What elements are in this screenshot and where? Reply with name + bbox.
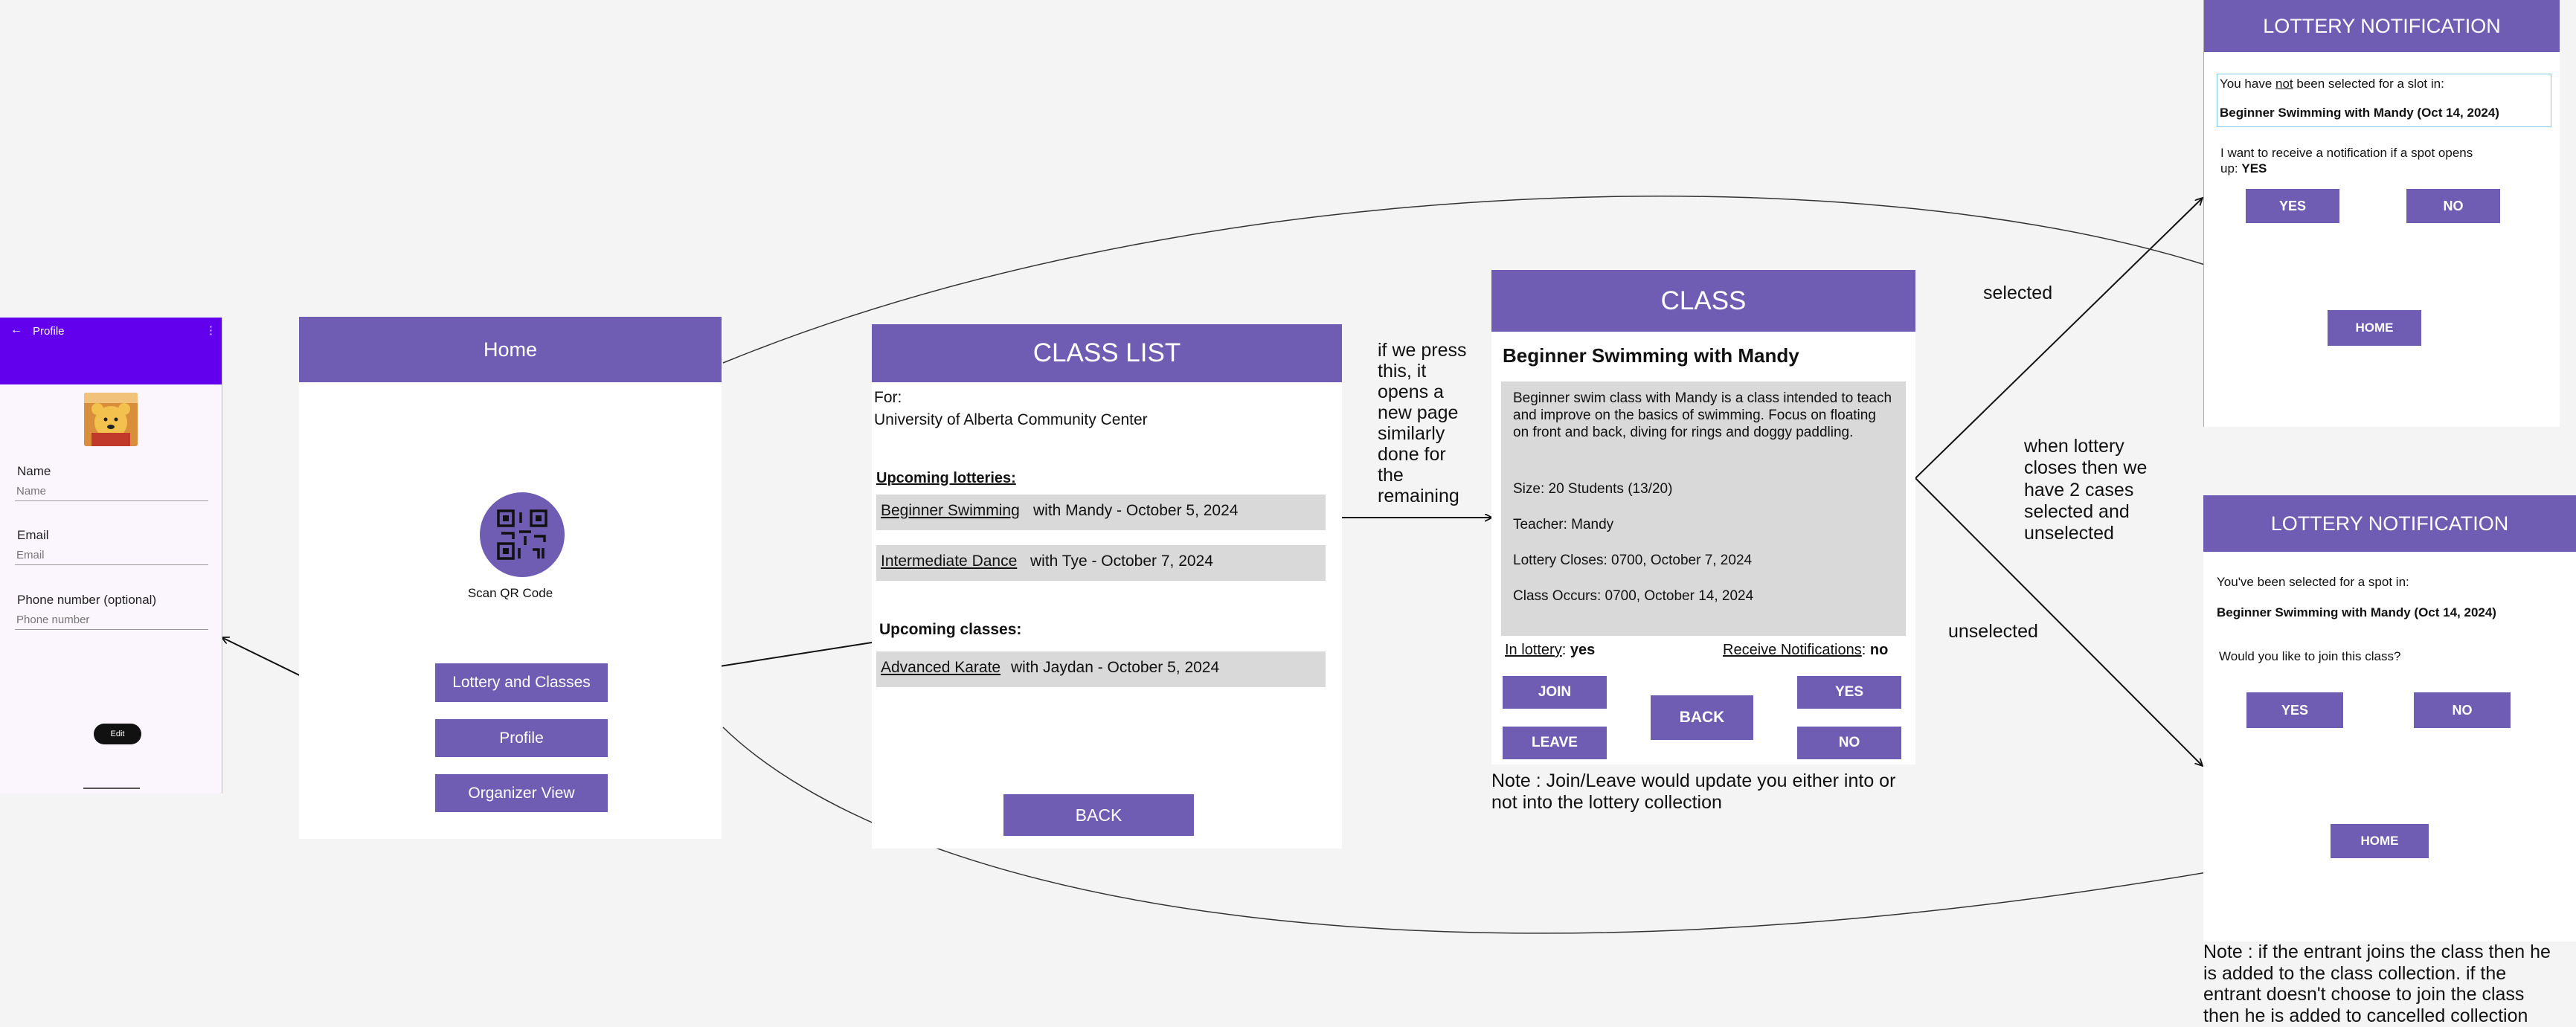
notification-class-name: Beginner Swimming with Mandy (Oct 14, 20… (2217, 605, 2496, 619)
qr-label: Scan QR Code (467, 586, 553, 600)
class-list-screen: CLASS LIST For: University of Alberta Co… (872, 324, 1342, 849)
avatar[interactable] (84, 393, 138, 446)
spot-opens-question: I want to receive a notification if a sp… (2220, 146, 2473, 176)
join-leave-note: Note : Join/Leave would update you eithe… (1491, 770, 1896, 813)
class-description: Beginner swim class with Mandy is a clas… (1513, 390, 1892, 440)
entrant-note: Note : if the entrant joins the class th… (2203, 941, 2551, 1026)
no-button[interactable]: NO (2406, 189, 2500, 223)
selected-line: You've been selected for a spot in: (2217, 575, 2409, 589)
lottery-and-classes-button[interactable]: Lottery and Classes (435, 663, 608, 702)
lottery-class-name[interactable]: Intermediate Dance (881, 553, 1017, 570)
yes-button[interactable]: YES (2246, 692, 2343, 728)
phone-field[interactable] (15, 610, 208, 630)
class-header: CLASS (1491, 270, 1915, 332)
classes-heading: Upcoming classes: (879, 621, 1022, 638)
lottery-row[interactable]: Beginner Swimming with Mandy - October 5… (876, 495, 1326, 530)
not-selected-message-box: You have not been selected for a slot in… (2217, 74, 2551, 127)
profile-screen: ← Profile ⋮ Name Email Phone number (opt… (0, 318, 222, 793)
class-details-box: Beginner swim class with Mandy is a clas… (1501, 381, 1906, 636)
edit-button[interactable]: Edit (94, 724, 141, 744)
notification-title: LOTTERY NOTIFICATION (2263, 14, 2501, 37)
home-screen: Home Scan QR Code Lottery and Classes Pr… (299, 317, 722, 839)
unselected-label: unselected (1948, 621, 2038, 642)
class-title: CLASS (1660, 286, 1747, 315)
join-button[interactable]: JOIN (1503, 676, 1607, 709)
lottery-class-detail: with Tye - October 7, 2024 (1030, 553, 1213, 570)
qr-scan-button[interactable] (480, 492, 565, 577)
email-field[interactable] (15, 545, 208, 565)
class-list-title: CLASS LIST (1032, 338, 1181, 367)
home-button[interactable]: HOME (2331, 824, 2429, 858)
name-field[interactable] (15, 481, 208, 501)
phone-label: Phone number (optional) (17, 593, 157, 607)
not-selected-line: You have not been selected for a slot in… (2220, 77, 2444, 91)
notify-yes-button[interactable]: YES (1797, 676, 1901, 709)
class-screen: CLASS Beginner Swimming with Mandy Begin… (1491, 270, 1915, 764)
lottery-row[interactable]: Intermediate Dance with Tye - October 7,… (876, 545, 1326, 581)
back-button[interactable]: BACK (1003, 794, 1194, 836)
profile-button[interactable]: Profile (435, 719, 608, 757)
notification-title: LOTTERY NOTIFICATION (2270, 512, 2509, 535)
profile-app-bar: ← Profile ⋮ (0, 318, 222, 384)
notification-selected-screen: LOTTERY NOTIFICATION You've been selecte… (2203, 495, 2576, 941)
class-row[interactable]: Advanced Karate with Jaydan - October 5,… (876, 651, 1326, 687)
lottery-class-name[interactable]: Beginner Swimming (881, 502, 1020, 520)
notifications-value: no (1869, 642, 1889, 658)
home-title: Home (483, 338, 538, 361)
class-list-header: CLASS LIST (872, 324, 1342, 382)
yes-button[interactable]: YES (2246, 189, 2339, 223)
lotteries-heading: Upcoming lotteries: (876, 470, 1016, 486)
notification-class-name: Beginner Swimming with Mandy (Oct 14, 20… (2220, 106, 2499, 120)
class-detail: with Jaydan - October 5, 2024 (1011, 659, 1220, 676)
avatar-bear-icon (84, 393, 138, 446)
not-word: not (2275, 77, 2293, 91)
back-button[interactable]: BACK (1651, 695, 1753, 740)
lottery-closes: Lottery Closes: 0700, October 7, 2024 (1513, 553, 1753, 568)
notify-no-button[interactable]: NO (1797, 727, 1901, 759)
lottery-closes-note: when lottery closes then we have 2 cases… (2024, 436, 2148, 544)
press-note: if we press this, it opens a new page si… (1378, 340, 1467, 506)
home-button[interactable]: HOME (2328, 310, 2421, 346)
in-lottery-value: yes (1570, 642, 1596, 658)
home-indicator (83, 788, 140, 789)
overflow-menu-icon[interactable]: ⋮ (205, 323, 216, 337)
back-arrow-icon[interactable]: ← (10, 323, 22, 337)
for-label: For: (874, 389, 902, 406)
notifications-label: Receive Notifications (1723, 642, 1862, 658)
in-lottery-status: In lottery: yes (1505, 642, 1596, 658)
leave-button[interactable]: LEAVE (1503, 727, 1607, 759)
notification-header: LOTTERY NOTIFICATION (2203, 495, 2576, 552)
class-size: Size: 20 Students (13/20) (1513, 481, 1673, 497)
in-lottery-label: In lottery (1505, 642, 1562, 658)
email-label: Email (17, 528, 49, 542)
notification-not-selected-screen: LOTTERY NOTIFICATION You have not been s… (2203, 0, 2560, 427)
class-name-heading: Beginner Swimming with Mandy (1503, 344, 1799, 367)
organizer-view-button[interactable]: Organizer View (435, 774, 608, 812)
profile-title: Profile (33, 325, 65, 338)
location-text: University of Alberta Community Center (874, 411, 1148, 428)
selected-label: selected (1983, 283, 2053, 303)
class-teacher: Teacher: Mandy (1513, 517, 1614, 532)
lottery-class-detail: with Mandy - October 5, 2024 (1033, 502, 1239, 519)
spot-opens-answer: YES (2241, 161, 2267, 176)
join-question: Would you like to join this class? (2219, 649, 2401, 663)
no-button[interactable]: NO (2414, 692, 2511, 728)
class-occurs: Class Occurs: 0700, October 14, 2024 (1513, 588, 1754, 604)
home-header: Home (299, 317, 722, 382)
notifications-status: Receive Notifications: no (1723, 642, 1889, 658)
qr-code-icon (497, 509, 547, 560)
name-label: Name (17, 464, 51, 478)
class-name[interactable]: Advanced Karate (881, 659, 1000, 677)
notification-header: LOTTERY NOTIFICATION (2204, 0, 2560, 52)
